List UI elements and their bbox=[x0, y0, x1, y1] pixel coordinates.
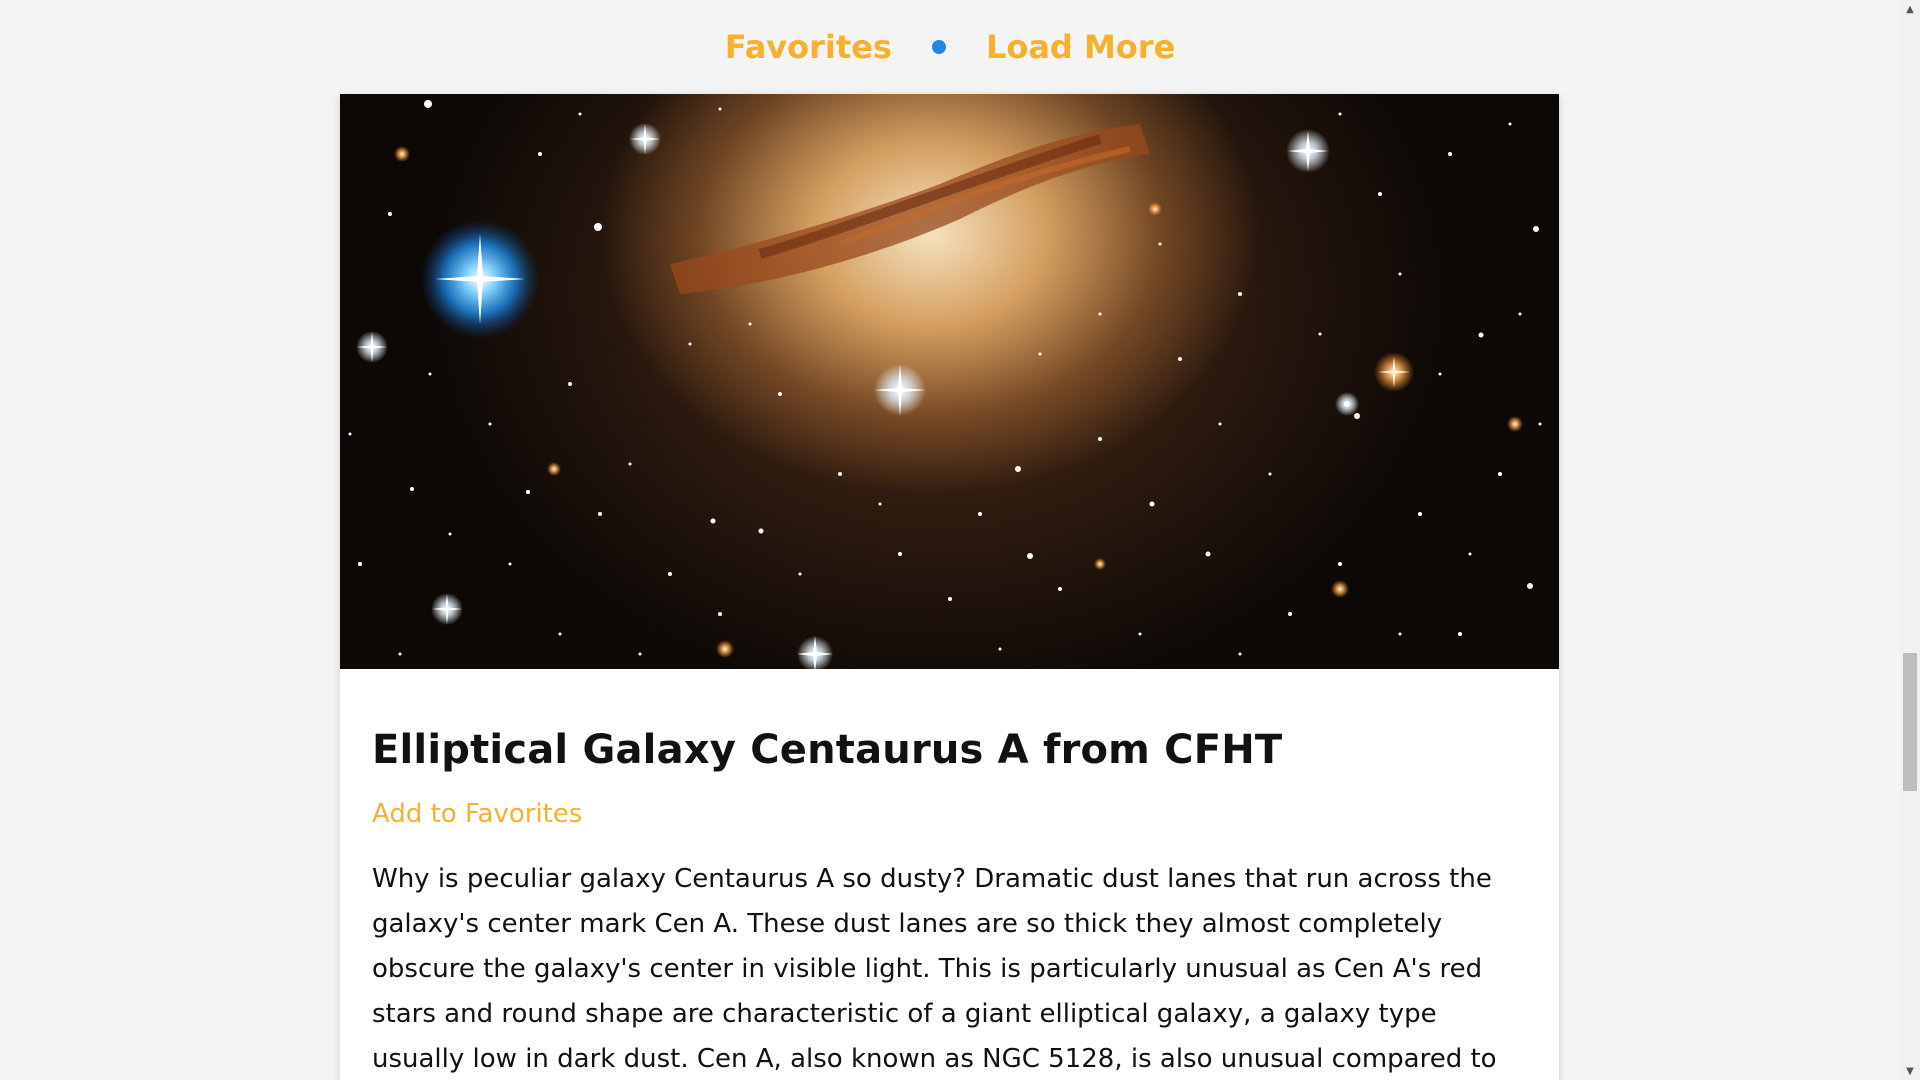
article-description: Why is peculiar galaxy Centaurus A so du… bbox=[372, 864, 1497, 1074]
favorites-link[interactable]: Favorites bbox=[725, 28, 892, 66]
galaxy-image-graphic bbox=[348, 100, 1542, 669]
add-to-favorites-link[interactable]: Add to Favorites bbox=[372, 799, 582, 829]
galaxy-image bbox=[340, 94, 1559, 669]
vertical-scrollbar[interactable]: ▲ ▼ bbox=[1900, 0, 1920, 1080]
dot-icon bbox=[931, 40, 946, 54]
scrollbar-thumb[interactable] bbox=[1903, 653, 1917, 791]
article-title: Elliptical Galaxy Centaurus A from CFHT bbox=[372, 727, 1283, 773]
load-more-link[interactable]: Load More bbox=[986, 28, 1175, 66]
arrow-down-icon[interactable]: ▼ bbox=[1900, 1062, 1920, 1080]
article-card: Elliptical Galaxy Centaurus A from CFHT … bbox=[340, 94, 1559, 1080]
top-nav: Favorites Load More bbox=[0, 0, 1900, 94]
page: Favorites Load More Elliptical Galaxy Ce… bbox=[0, 0, 1920, 1080]
arrow-up-icon[interactable]: ▲ bbox=[1900, 0, 1920, 18]
article-content: Elliptical Galaxy Centaurus A from CFHT … bbox=[340, 669, 1559, 1080]
